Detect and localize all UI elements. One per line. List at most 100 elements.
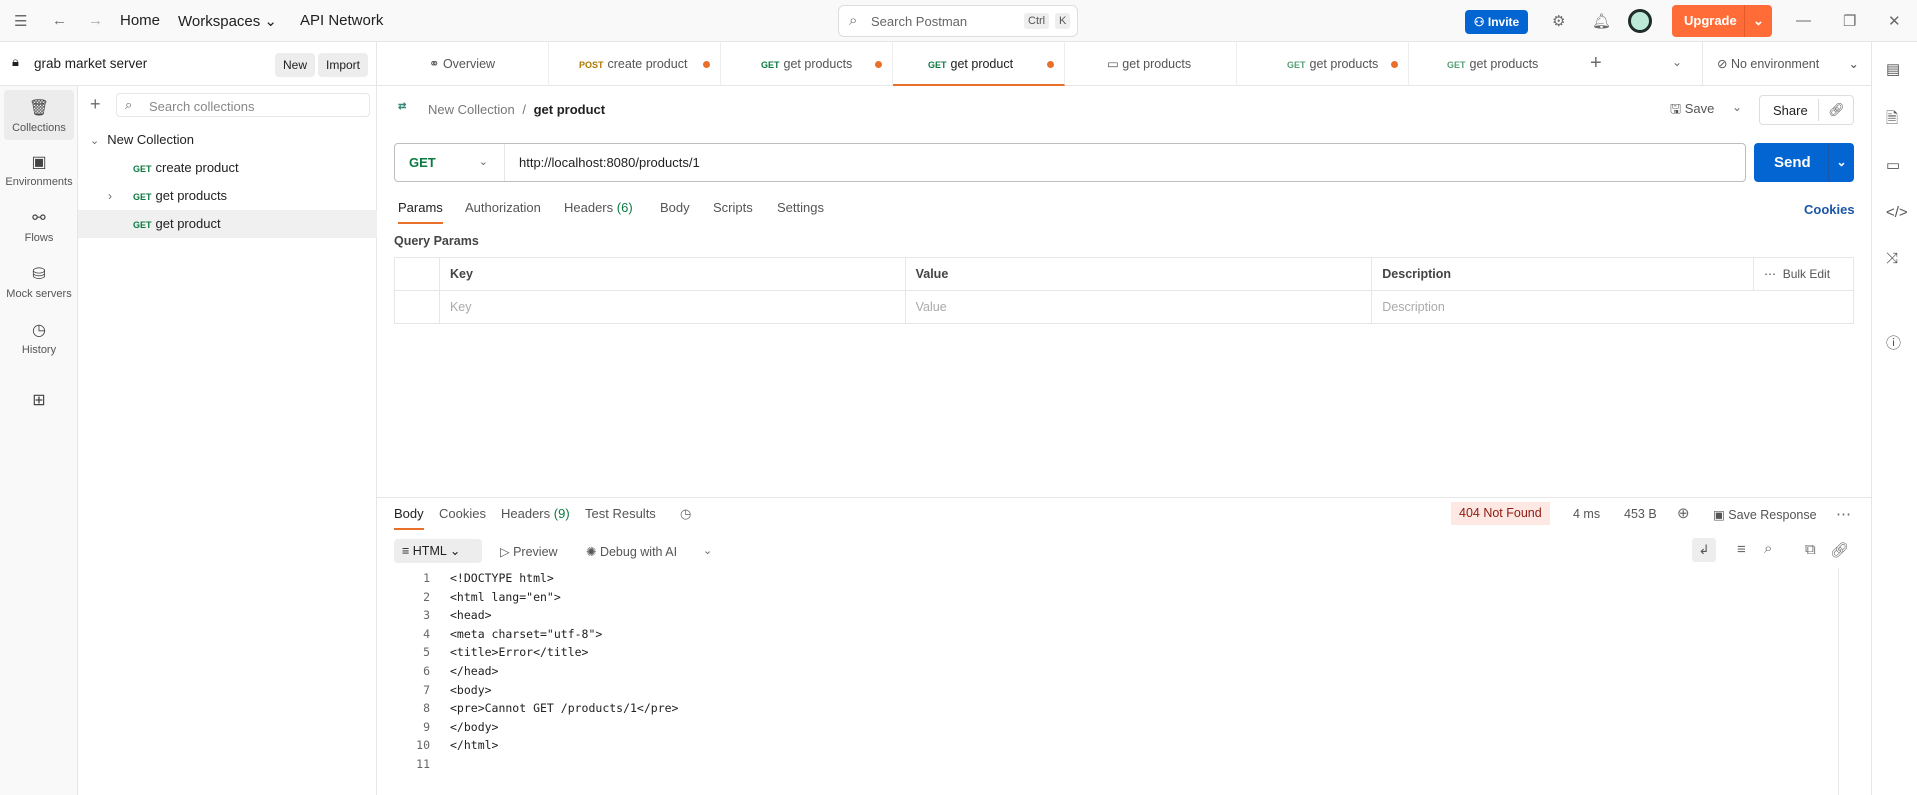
- forward-icon[interactable]: →: [88, 12, 103, 29]
- tab[interactable]: POST create product: [549, 42, 721, 86]
- preview-button[interactable]: ▷ Preview: [500, 544, 558, 559]
- environment-selector[interactable]: ⊘ No environment ⌄: [1702, 42, 1871, 86]
- tab[interactable]: GET get products: [1237, 42, 1409, 86]
- tab-active[interactable]: GET get product: [893, 42, 1065, 86]
- more-icon[interactable]: ⋯: [1836, 505, 1851, 523]
- tab[interactable]: GET get products: [1409, 42, 1549, 86]
- comments-icon[interactable]: ▭: [1886, 156, 1900, 174]
- history-icon[interactable]: ◷: [680, 506, 691, 522]
- format-select[interactable]: ≡ HTML ⌄: [394, 539, 482, 563]
- tab-params[interactable]: Params: [398, 200, 443, 224]
- import-button[interactable]: Import: [318, 53, 369, 77]
- chevron-down-icon[interactable]: ⌄: [703, 544, 712, 557]
- url-input[interactable]: http://localhost:8080/products/1: [519, 155, 700, 170]
- http-icon: ⇄: [398, 101, 407, 112]
- tree-item[interactable]: › GET get products: [78, 182, 377, 210]
- add-apps-icon[interactable]: ⊞: [4, 390, 74, 414]
- response-body[interactable]: 1 <!DOCTYPE html> 2 <html lang="en"> 3 <hea…: [400, 569, 678, 774]
- api-network-link[interactable]: API Network: [300, 12, 383, 29]
- tab-headers[interactable]: Headers (6): [564, 200, 633, 215]
- item-name: get products: [155, 188, 228, 203]
- tab[interactable]: ▭ get products: [1065, 42, 1237, 86]
- search-collections-input[interactable]: ⌕ Search collections: [116, 93, 370, 117]
- rail-mock-servers[interactable]: ⛁ Mock servers: [4, 264, 74, 300]
- save-dropdown-icon[interactable]: ⌄: [1732, 100, 1742, 114]
- rail-history[interactable]: ◷ History: [4, 320, 74, 356]
- save-button[interactable]: 🖫 Save: [1670, 100, 1714, 122]
- chevron-right-icon[interactable]: ›: [108, 182, 112, 210]
- search-icon[interactable]: ⌕: [1764, 540, 1772, 557]
- send-button[interactable]: Send ⌄: [1754, 143, 1854, 182]
- globe-icon[interactable]: ⊕: [1677, 504, 1690, 522]
- invite-button[interactable]: ⚇ Invite: [1465, 10, 1528, 34]
- value-input[interactable]: Value: [904, 290, 1373, 324]
- tab-response-cookies[interactable]: Cookies: [439, 506, 486, 521]
- wrap-lines-icon[interactable]: ↲: [1692, 538, 1716, 562]
- rail-collections[interactable]: 🗑︎ Collections: [4, 90, 74, 140]
- tab-settings[interactable]: Settings: [777, 200, 824, 215]
- workspaces-menu[interactable]: Workspaces ⌄: [178, 12, 277, 30]
- collection-new-collection[interactable]: ⌄ New Collection: [78, 126, 377, 154]
- key-input[interactable]: Key: [438, 290, 906, 324]
- request-name[interactable]: get product: [534, 102, 606, 117]
- tab[interactable]: GET get products: [721, 42, 893, 86]
- method-select[interactable]: GET ⌄: [395, 144, 505, 181]
- new-button[interactable]: New: [275, 53, 316, 77]
- share-button[interactable]: Share: [1773, 103, 1808, 118]
- tree-item[interactable]: GET create product: [78, 154, 377, 182]
- response-size[interactable]: 453 B: [1624, 507, 1657, 521]
- settings-icon[interactable]: ⚙: [1552, 12, 1565, 30]
- tabs-dropdown-icon[interactable]: ⌄: [1672, 55, 1682, 69]
- debug-ai-button[interactable]: ✺ Debug with AI: [586, 544, 677, 559]
- maximize-icon[interactable]: ❐: [1843, 12, 1856, 30]
- server-icon: ⛁: [32, 266, 46, 283]
- copy-icon[interactable]: ⧉: [1805, 541, 1816, 558]
- tab-response-headers[interactable]: Headers (9): [501, 506, 570, 521]
- variables-icon[interactable]: ▤: [1886, 60, 1900, 78]
- headers-count: (6): [616, 200, 633, 215]
- menu-icon[interactable]: ☰: [14, 12, 27, 30]
- table-row: Key Value Description: [394, 290, 1854, 324]
- bulk-edit-button[interactable]: ⋯ Bulk Edit: [1753, 257, 1854, 291]
- breadcrumb-parent[interactable]: New Collection: [428, 102, 515, 117]
- upgrade-button[interactable]: Upgrade ⌄: [1672, 5, 1772, 37]
- save-response-button[interactable]: ▣ Save Response: [1713, 507, 1817, 522]
- cookies-link[interactable]: Cookies: [1804, 202, 1855, 217]
- format-label: HTML: [412, 544, 447, 558]
- send-dropdown-icon[interactable]: ⌄: [1828, 143, 1854, 182]
- tab-test-results[interactable]: Test Results: [585, 506, 656, 521]
- avatar[interactable]: [1628, 9, 1652, 33]
- add-collection-icon[interactable]: +: [90, 94, 101, 115]
- info-icon[interactable]: ⓘ: [1886, 332, 1901, 353]
- back-icon[interactable]: ←: [52, 12, 67, 29]
- code-icon[interactable]: </>: [1886, 204, 1908, 221]
- rail-label: Mock servers: [6, 288, 72, 300]
- response-time[interactable]: 4 ms: [1573, 507, 1600, 521]
- rail-environments[interactable]: ▣ Environments: [4, 152, 74, 188]
- documentation-icon[interactable]: 🗎︎: [1886, 108, 1898, 133]
- home-link[interactable]: Home: [120, 12, 160, 29]
- tab-response-body[interactable]: Body: [394, 506, 424, 530]
- scrollbar[interactable]: [1838, 568, 1839, 795]
- rail-flows[interactable]: ⚯ Flows: [4, 208, 74, 244]
- close-icon[interactable]: ✕: [1888, 12, 1901, 30]
- related-icon[interactable]: ⤨: [1886, 250, 1898, 267]
- new-tab-icon[interactable]: +: [1590, 52, 1602, 75]
- status-badge[interactable]: 404 Not Found: [1451, 502, 1550, 525]
- description-input[interactable]: Description: [1371, 290, 1854, 324]
- tab-overview[interactable]: ⚭ Overview: [377, 42, 549, 86]
- bell-icon[interactable]: 🔔︎: [1592, 12, 1611, 30]
- tab-scripts[interactable]: Scripts: [713, 200, 753, 215]
- minimize-icon[interactable]: —: [1796, 12, 1811, 29]
- tab-body[interactable]: Body: [660, 200, 690, 215]
- link-icon[interactable]: 🔗︎: [1830, 541, 1849, 559]
- upgrade-dropdown-icon[interactable]: ⌄: [1744, 5, 1772, 37]
- tree-item-selected[interactable]: GET get product: [78, 210, 377, 238]
- pane-divider[interactable]: [377, 497, 1871, 498]
- search-input[interactable]: ⌕ Search Postman Ctrl K: [838, 5, 1078, 37]
- link-icon[interactable]: 🔗︎: [1818, 99, 1854, 121]
- chevron-down-icon: ⌄: [90, 135, 100, 147]
- column-value: Value: [904, 257, 1373, 291]
- filter-icon[interactable]: ≡: [1737, 541, 1746, 558]
- tab-authorization[interactable]: Authorization: [465, 200, 541, 215]
